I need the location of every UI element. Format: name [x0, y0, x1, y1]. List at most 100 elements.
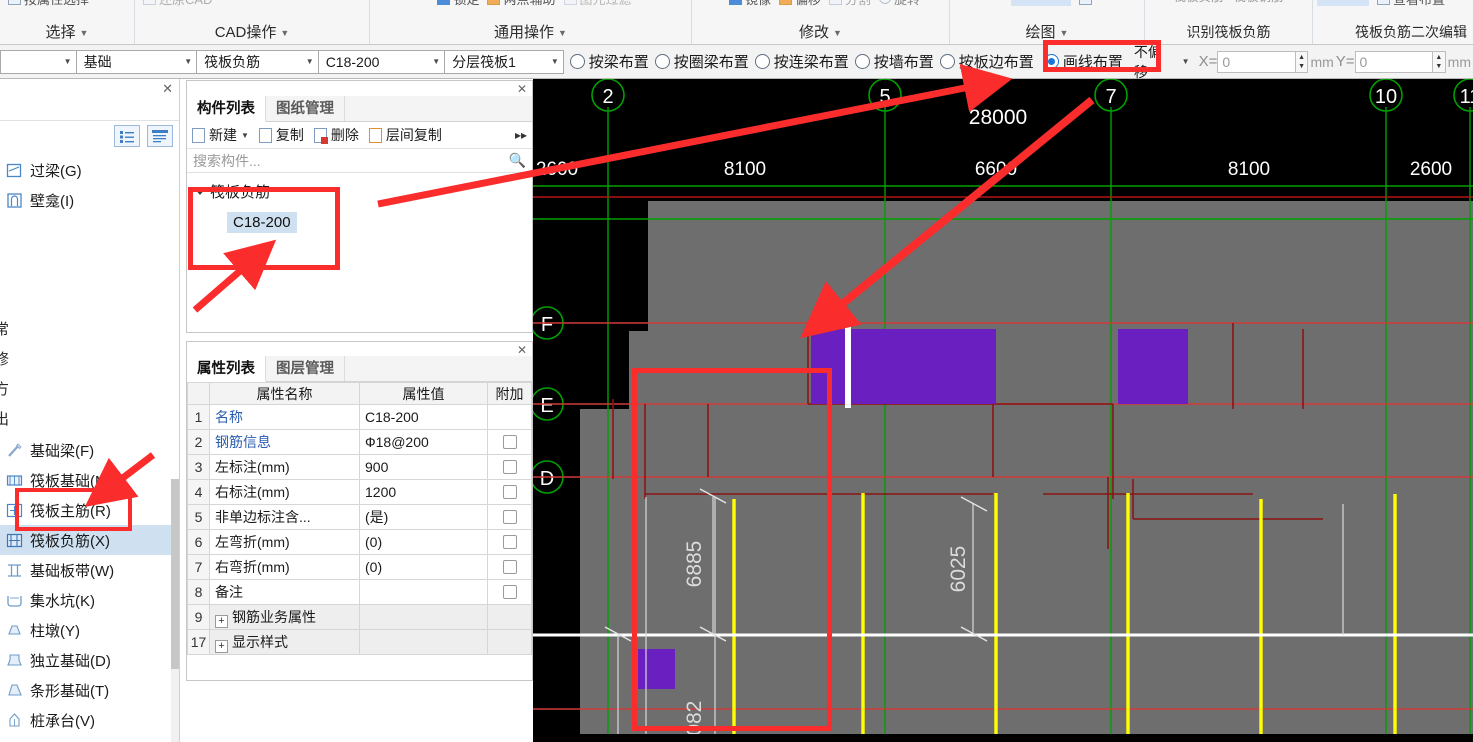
- checkbox[interactable]: [502, 460, 517, 474]
- search-component-input[interactable]: 搜索构件... 🔍: [187, 149, 532, 173]
- split-icon[interactable]: [829, 0, 842, 5]
- radio-circle-icon[interactable]: [569, 54, 585, 69]
- property-value-cell[interactable]: (0): [359, 554, 488, 580]
- table-row[interactable]: 3 左标注(mm) 900: [187, 454, 532, 480]
- sidebar-item-isolated-foundation[interactable]: 独立基础(D): [0, 645, 172, 675]
- radio-by-link-beam[interactable]: 按连梁布置: [754, 51, 849, 72]
- ribbon-icons[interactable]: 按属性选择: [0, 0, 134, 9]
- y-input[interactable]: 0: [1354, 50, 1433, 73]
- list-view-button[interactable]: [114, 125, 140, 147]
- tab-property-list[interactable]: 属性列表: [187, 356, 266, 382]
- property-value-cell[interactable]: [359, 579, 488, 605]
- ribbon-icons[interactable]: 镜像 偏移 分割 旋转: [692, 0, 949, 9]
- close-icon[interactable]: ✕: [517, 343, 527, 357]
- chevron-down-icon[interactable]: ▼: [1182, 57, 1190, 66]
- detail-view-button[interactable]: [147, 125, 173, 147]
- property-name-cell[interactable]: + 钢筋业务属性: [209, 604, 360, 630]
- table-row[interactable]: 9 + 钢筋业务属性: [187, 604, 532, 630]
- chevron-down-icon[interactable]: ▼: [551, 57, 559, 66]
- radio-circle-icon[interactable]: [654, 54, 670, 69]
- ribbon-icons[interactable]: [950, 0, 1144, 9]
- property-name-cell[interactable]: 右标注(mm): [209, 479, 360, 505]
- structure-combo[interactable]: 基础 ▼: [75, 49, 198, 74]
- property-name-cell[interactable]: 名称: [209, 404, 360, 430]
- x-stepper[interactable]: ▲ ▼: [1294, 50, 1309, 73]
- component-type-combo[interactable]: 筏板负筋 ▼: [196, 49, 319, 74]
- ribbon-icons[interactable]: 筏板负筋 筏板钢筋: [1145, 0, 1312, 6]
- radio-circle-icon[interactable]: [939, 54, 955, 69]
- expand-icon[interactable]: +: [215, 614, 228, 628]
- ribbon-icons[interactable]: 查看布置: [1313, 0, 1473, 9]
- search-icon[interactable]: 🔍: [509, 152, 526, 169]
- checkbox[interactable]: [502, 510, 517, 524]
- ribbon-group-title[interactable]: 通用操作 ▼: [370, 21, 691, 42]
- ribbon-group-title[interactable]: 修改 ▼: [692, 21, 949, 42]
- secondary-tool-icon[interactable]: [1317, 0, 1369, 6]
- sidebar-item-lintel[interactable]: 过梁(G): [0, 155, 172, 185]
- property-value-cell[interactable]: 1200: [359, 479, 488, 505]
- chevron-down-icon[interactable]: ▼: [80, 28, 89, 38]
- expand-icon[interactable]: +: [215, 639, 228, 653]
- chevron-down-icon[interactable]: ▼: [558, 28, 567, 38]
- rotate-icon[interactable]: [879, 0, 892, 4]
- table-row[interactable]: 4 右标注(mm) 1200: [187, 479, 532, 505]
- attach-cell[interactable]: [487, 479, 532, 505]
- attach-cell[interactable]: [487, 404, 532, 430]
- close-icon[interactable]: ✕: [517, 82, 527, 96]
- sidebar-item-pile-cap[interactable]: 桩承台(V): [0, 705, 172, 735]
- sidebar-item-sump-pit[interactable]: 集水坑(K): [0, 585, 172, 615]
- draw-rect-icon[interactable]: [1078, 0, 1092, 5]
- radio-by-ring-beam[interactable]: 按圈梁布置: [654, 51, 749, 72]
- attach-cell[interactable]: [487, 504, 532, 530]
- sidebar-item-strip-foundation[interactable]: 条形基础(T): [0, 675, 172, 705]
- checkbox[interactable]: [502, 585, 517, 599]
- property-value-cell[interactable]: [359, 604, 488, 630]
- tab-component-list[interactable]: 构件列表: [187, 96, 266, 122]
- property-name-cell[interactable]: 钢筋信息: [209, 429, 360, 455]
- select-by-property-icon[interactable]: [8, 0, 21, 5]
- ribbon-group-title[interactable]: 识别筏板负筋: [1145, 22, 1312, 42]
- y-stepper[interactable]: ▲ ▼: [1431, 50, 1446, 73]
- radio-by-beam[interactable]: 按梁布置: [569, 51, 649, 72]
- chevron-down-icon[interactable]: ▼: [241, 131, 249, 140]
- attach-cell[interactable]: [487, 554, 532, 580]
- attach-cell[interactable]: [487, 454, 532, 480]
- x-input[interactable]: 0: [1217, 50, 1296, 73]
- table-row[interactable]: 7 右弯折(mm) (0): [187, 554, 532, 580]
- radio-by-wall[interactable]: 按墙布置: [854, 51, 934, 72]
- radio-circle-icon[interactable]: [754, 54, 770, 69]
- chevron-down-icon[interactable]: ▼: [432, 57, 440, 66]
- restore-cad-icon[interactable]: [143, 0, 156, 5]
- sidebar-item-column-pier[interactable]: 柱墩(Y): [0, 615, 172, 645]
- table-row[interactable]: 8 备注: [187, 579, 532, 605]
- two-point-aux-icon[interactable]: [487, 0, 501, 5]
- property-value-cell[interactable]: 900: [359, 454, 488, 480]
- sidebar-scrollbar[interactable]: [171, 479, 179, 742]
- table-row[interactable]: 2 钢筋信息 Ф18@200: [187, 429, 532, 455]
- attach-cell[interactable]: [487, 579, 532, 605]
- chevron-down-icon[interactable]: ▼: [1060, 28, 1069, 38]
- chevron-down-icon[interactable]: ▼: [184, 57, 192, 66]
- ribbon-group-title[interactable]: 筏板负筋二次编辑: [1313, 22, 1473, 42]
- property-name-cell[interactable]: 左标注(mm): [209, 454, 360, 480]
- property-value-cell[interactable]: C18-200: [359, 404, 488, 430]
- checkbox[interactable]: [502, 435, 517, 449]
- view-layout-icon[interactable]: [1377, 0, 1390, 5]
- property-name-cell[interactable]: 左弯折(mm): [209, 529, 360, 555]
- sidebar-item-pile[interactable]: 桩(U): [0, 735, 172, 742]
- attach-cell[interactable]: [487, 429, 532, 455]
- chevron-down-icon[interactable]: ▼: [306, 57, 314, 66]
- table-row[interactable]: 17 + 显示样式: [187, 629, 532, 655]
- property-value-cell[interactable]: [359, 629, 488, 655]
- copy-button[interactable]: 复制: [258, 125, 304, 145]
- table-row[interactable]: 5 非单边标注含... (是): [187, 504, 532, 530]
- level-combo[interactable]: ▼: [0, 49, 77, 74]
- checkbox[interactable]: [502, 535, 517, 549]
- attach-cell[interactable]: [487, 529, 532, 555]
- radio-by-slab-edge[interactable]: 按板边布置: [939, 51, 1034, 72]
- ribbon-icons[interactable]: 锁定 两点辅助 图元过滤: [370, 0, 691, 9]
- ribbon-icons[interactable]: 还原CAD: [135, 0, 369, 9]
- table-row[interactable]: 6 左弯折(mm) (0): [187, 529, 532, 555]
- offset-icon[interactable]: [778, 0, 792, 5]
- radio-circle-icon[interactable]: [854, 54, 870, 69]
